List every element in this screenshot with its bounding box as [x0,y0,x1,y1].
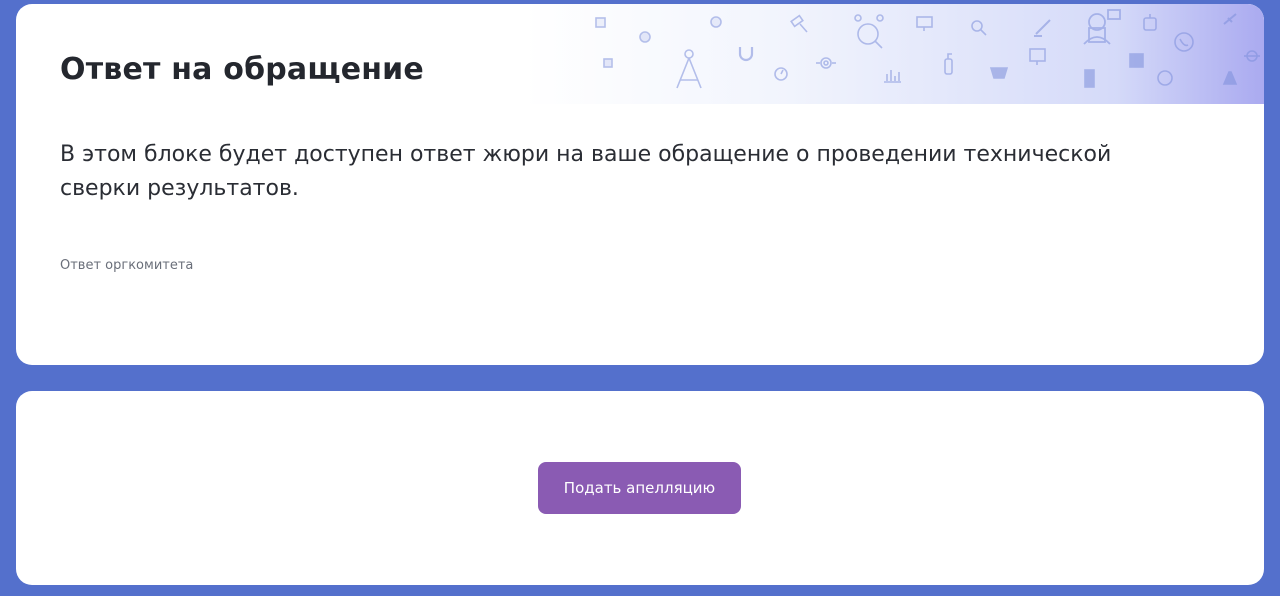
chart-magnifier-icon [854,14,884,49]
stopwatch-icon [774,67,788,81]
phone-icon [1174,32,1194,52]
compass-icon [676,49,702,89]
monitor-icon [916,16,933,31]
magnet-icon [738,47,754,62]
screen-icon [1029,48,1046,65]
answer-card: Ответ на обращение В этом блоке будет до… [16,4,1264,365]
robot-icon [1143,14,1157,31]
fire-extinguisher-icon [944,53,953,75]
brush-icon [1034,19,1051,37]
device-icon [1157,70,1173,86]
square-icon [603,58,613,68]
appeal-card: Подать апелляцию [16,391,1264,585]
scientist-icon [1083,9,1121,45]
organizer-answer-label: Ответ оргкомитета [60,258,194,273]
flask-icon [1222,71,1238,85]
chip-icon [1129,53,1144,68]
page-title: Ответ на обращение [60,52,424,87]
decorative-icon-banner [524,4,1264,104]
answer-description: В этом блоке будет доступен ответ жюри н… [60,142,1112,201]
scroll-icon [1084,69,1095,88]
decorative-icons [595,9,1260,89]
target-icon [816,57,836,69]
chart-icon [595,17,606,28]
gem-icon [989,67,1009,79]
gavel-icon [790,14,808,33]
microscope-icon [971,20,987,36]
satellite-icon [1223,13,1237,25]
dot-icon [639,31,651,43]
planet-icon [1244,50,1260,62]
blob-icon [710,16,722,28]
bar-chart-icon [884,70,901,83]
submit-appeal-button[interactable]: Подать апелляцию [538,462,741,514]
